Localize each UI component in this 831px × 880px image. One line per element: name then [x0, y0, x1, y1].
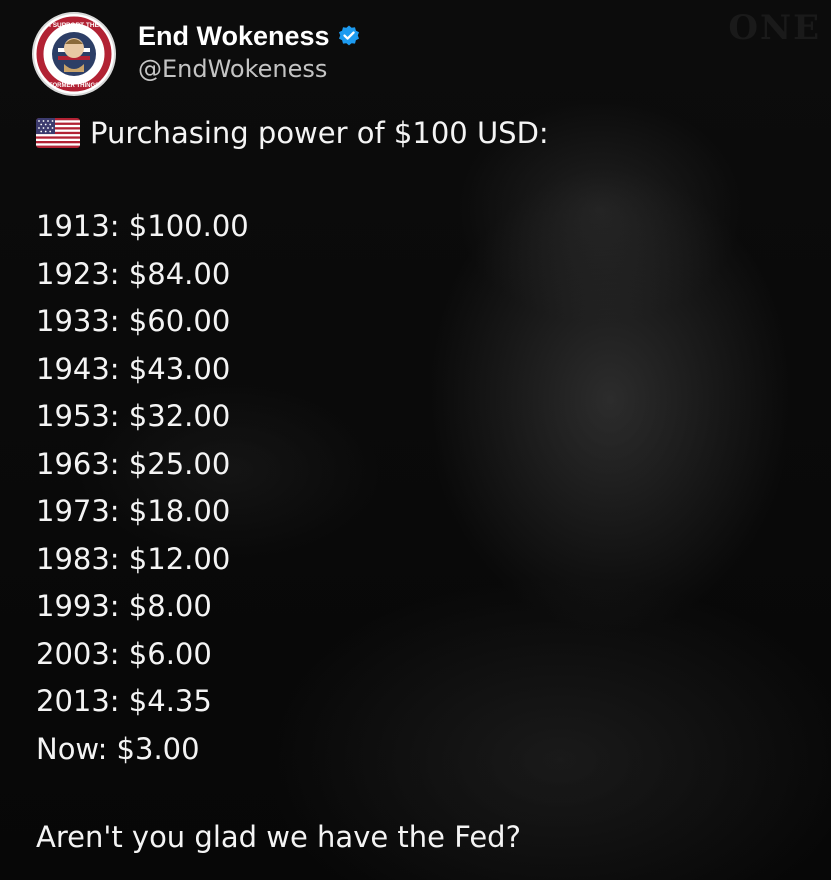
avatar[interactable]: I SUPPORT THE FORMER THINGS [32, 12, 116, 96]
us-flag-icon [36, 118, 80, 148]
author-names: End Wokeness @EndWokeness [138, 19, 361, 83]
purchasing-power-list: 1913: $100.00 1923: $84.00 1933: $60.00 … [36, 203, 549, 773]
tweet-closing-line: Aren't you glad we have the Fed? [36, 820, 521, 854]
list-item: 1953: $32.00 [36, 399, 231, 433]
tweet-body: Purchasing power of $100 USD: 1913: $100… [36, 108, 549, 773]
list-item: 1943: $43.00 [36, 351, 231, 386]
headline-text: Purchasing power of $100 USD: [90, 116, 549, 150]
list-item: 1923: $84.00 [36, 256, 231, 291]
list-item: 1973: $18.00 [36, 494, 231, 528]
list-item: 1963: $25.00 [36, 446, 231, 481]
tweet-headline: Purchasing power of $100 USD: [36, 108, 549, 158]
list-item: 1993: $8.00 [36, 589, 212, 623]
verified-badge-icon [337, 24, 361, 48]
list-item: 1913: $100.00 [36, 209, 249, 243]
list-item: 1983: $12.00 [36, 541, 231, 576]
list-item: 2003: $6.00 [36, 636, 212, 671]
list-item: 2013: $4.35 [36, 684, 212, 718]
author-handle[interactable]: @EndWokeness [138, 55, 361, 83]
list-item: Now: $3.00 [36, 731, 200, 766]
avatar-text-top: I SUPPORT THE [49, 22, 100, 29]
display-name-row: End Wokeness [138, 19, 361, 53]
display-name[interactable]: End Wokeness [138, 21, 330, 52]
tweet-header: I SUPPORT THE FORMER THINGS End Wokeness… [32, 12, 361, 96]
avatar-logo-icon: I SUPPORT THE FORMER THINGS [36, 16, 112, 92]
banknote-watermark: ONE [728, 8, 821, 48]
avatar-text-bottom: FORMER THINGS [49, 83, 99, 89]
list-item: 1933: $60.00 [36, 304, 231, 338]
